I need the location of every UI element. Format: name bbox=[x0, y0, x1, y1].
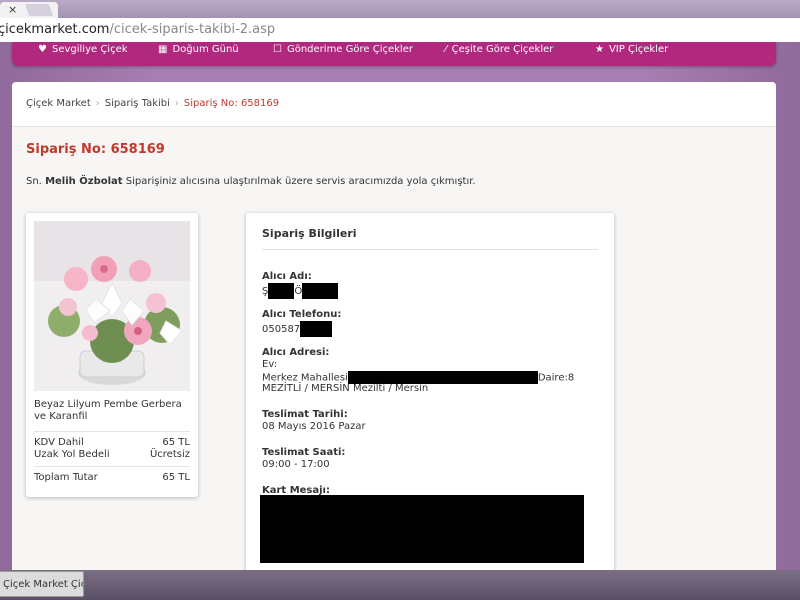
divider bbox=[34, 466, 190, 467]
total-row: Toplam Tutar 65 TL bbox=[34, 472, 190, 483]
product-name: Beyaz Lilyum Pembe Gerbera ve Karanfil bbox=[34, 399, 182, 422]
nav-label: Sevgiliye Çiçek bbox=[51, 44, 128, 55]
checkbox-icon: ☐ bbox=[273, 44, 282, 55]
new-tab-button[interactable] bbox=[24, 4, 54, 16]
price-row-label: Uzak Yol Bedeli bbox=[34, 449, 110, 460]
star-icon: ★ bbox=[595, 44, 604, 55]
breadcrumb-separator: › bbox=[174, 98, 179, 109]
nav-label: Gönderime Göre Çiçekler bbox=[286, 44, 413, 55]
price-row: KDV Dahil 65 TL bbox=[34, 437, 190, 448]
redaction bbox=[302, 283, 339, 299]
total-value: 65 TL bbox=[162, 472, 190, 483]
os-taskbar: Çiçek Market Çiçe... bbox=[0, 570, 800, 600]
address-part: Daire:8 bbox=[537, 372, 575, 384]
page-title: Sipariş No: 658169 bbox=[26, 142, 165, 157]
price-row-value: 65 TL bbox=[162, 437, 190, 448]
delivery-time-value: 09:00 - 17:00 bbox=[262, 459, 330, 470]
cake-icon: ▦ bbox=[158, 44, 168, 55]
redaction bbox=[300, 321, 333, 337]
nav-item-dogum-gunu[interactable]: ▦ Doğum Günü bbox=[158, 44, 239, 55]
phone-prefix: 050587 bbox=[262, 324, 301, 335]
breadcrumb-bar: Çiçek Market › Sipariş Takibi › Sipariş No: … bbox=[12, 82, 776, 127]
salutation: Sn. bbox=[26, 176, 42, 187]
wand-icon: ⁄ bbox=[445, 44, 447, 55]
product-card: Beyaz Lilyum Pembe Gerbera ve Karanfil K… bbox=[26, 213, 198, 497]
close-icon[interactable]: × bbox=[8, 3, 17, 16]
recipient-address-label: Alıcı Adresi: bbox=[262, 347, 330, 358]
price-row-label: KDV Dahil bbox=[34, 437, 84, 448]
price-row: Uzak Yol Bedeli Ücretsiz bbox=[34, 449, 190, 460]
price-row-value: Ücretsiz bbox=[149, 449, 190, 460]
breadcrumb-current: Sipariş No: 658169 bbox=[183, 98, 280, 109]
status-text: Siparişiniz alıcısına ulaştırılmak üzere… bbox=[125, 176, 476, 187]
url-domain: çicekmarket.com bbox=[0, 22, 110, 37]
nav-item-sevgiliye[interactable]: ♥ Sevgiliye Çiçek bbox=[38, 44, 128, 55]
url-path: /cicek-siparis-takibi-2.asp bbox=[109, 22, 276, 37]
product-image bbox=[34, 221, 190, 391]
address-bar[interactable]: çicekmarket.com/cicek-siparis-takibi-2.a… bbox=[0, 18, 800, 43]
address-line-1: Ev: bbox=[262, 359, 278, 370]
nav-label: Çeşite Göre Çiçekler bbox=[451, 44, 554, 55]
divider bbox=[262, 249, 598, 250]
nav-item-gonderime-gore[interactable]: ☐ Gönderime Göre Çiçekler bbox=[273, 44, 413, 55]
nav-label: VIP Çiçekler bbox=[608, 44, 669, 55]
delivery-time-label: Teslimat Saati: bbox=[262, 447, 346, 458]
heart-icon: ♥ bbox=[38, 44, 47, 55]
nav-item-vip[interactable]: ★ VIP Çiçekler bbox=[595, 44, 668, 55]
recipient-name-value: ŞÖ bbox=[262, 283, 339, 299]
redaction bbox=[268, 283, 295, 299]
breadcrumb-section[interactable]: Sipariş Takibi bbox=[105, 98, 170, 109]
order-status-message: Sn. Melih Özbolat Siparişiniz alıcısına … bbox=[26, 176, 476, 187]
breadcrumb-home[interactable]: Çiçek Market bbox=[26, 98, 91, 109]
nav-item-cesite-gore[interactable]: ⁄ Çeşite Göre Çiçekler bbox=[445, 44, 553, 55]
url-text[interactable]: çicekmarket.com/cicek-siparis-takibi-2.a… bbox=[0, 22, 275, 37]
order-info-card: Sipariş Bilgileri Alıcı Adı: ŞÖ Alıcı Te… bbox=[246, 213, 614, 570]
recipient-initial: Ö bbox=[294, 286, 303, 297]
breadcrumb: Çiçek Market › Sipariş Takibi › Sipariş No: … bbox=[26, 98, 279, 109]
recipient-phone-label: Alıcı Telefonu: bbox=[262, 309, 342, 320]
address-part: Merkez Mahallesi bbox=[262, 372, 348, 384]
breadcrumb-separator: › bbox=[95, 98, 100, 109]
delivery-date-value: 08 Mayıs 2016 Pazar bbox=[262, 421, 366, 432]
top-navigation: ♥ Sevgiliye Çiçek ▦ Doğum Günü ☐ Gönderime … bbox=[12, 42, 776, 66]
taskbar-window-button[interactable]: Çiçek Market Çiçe... bbox=[0, 571, 84, 597]
redaction bbox=[260, 495, 584, 563]
content-card: Çiçek Market › Sipariş Takibi › Sipariş No: … bbox=[12, 82, 776, 570]
nav-label: Doğum Günü bbox=[172, 44, 239, 55]
delivery-date-label: Teslimat Tarihi: bbox=[262, 409, 348, 420]
total-label: Toplam Tutar bbox=[34, 472, 98, 483]
customer-name: Melih Özbolat bbox=[45, 176, 123, 187]
site-viewport: ♥ Sevgiliye Çiçek ▦ Doğum Günü ☐ Gönderime … bbox=[0, 42, 800, 570]
address-line-3: MEZİTLİ / MERSİN Mezilti / Mersin bbox=[262, 383, 429, 394]
browser-tabstrip: × bbox=[0, 0, 800, 18]
order-info-title: Sipariş Bilgileri bbox=[262, 227, 357, 240]
recipient-phone-value: 050587 bbox=[262, 321, 333, 337]
divider bbox=[34, 431, 190, 432]
recipient-name-label: Alıcı Adı: bbox=[262, 271, 312, 282]
